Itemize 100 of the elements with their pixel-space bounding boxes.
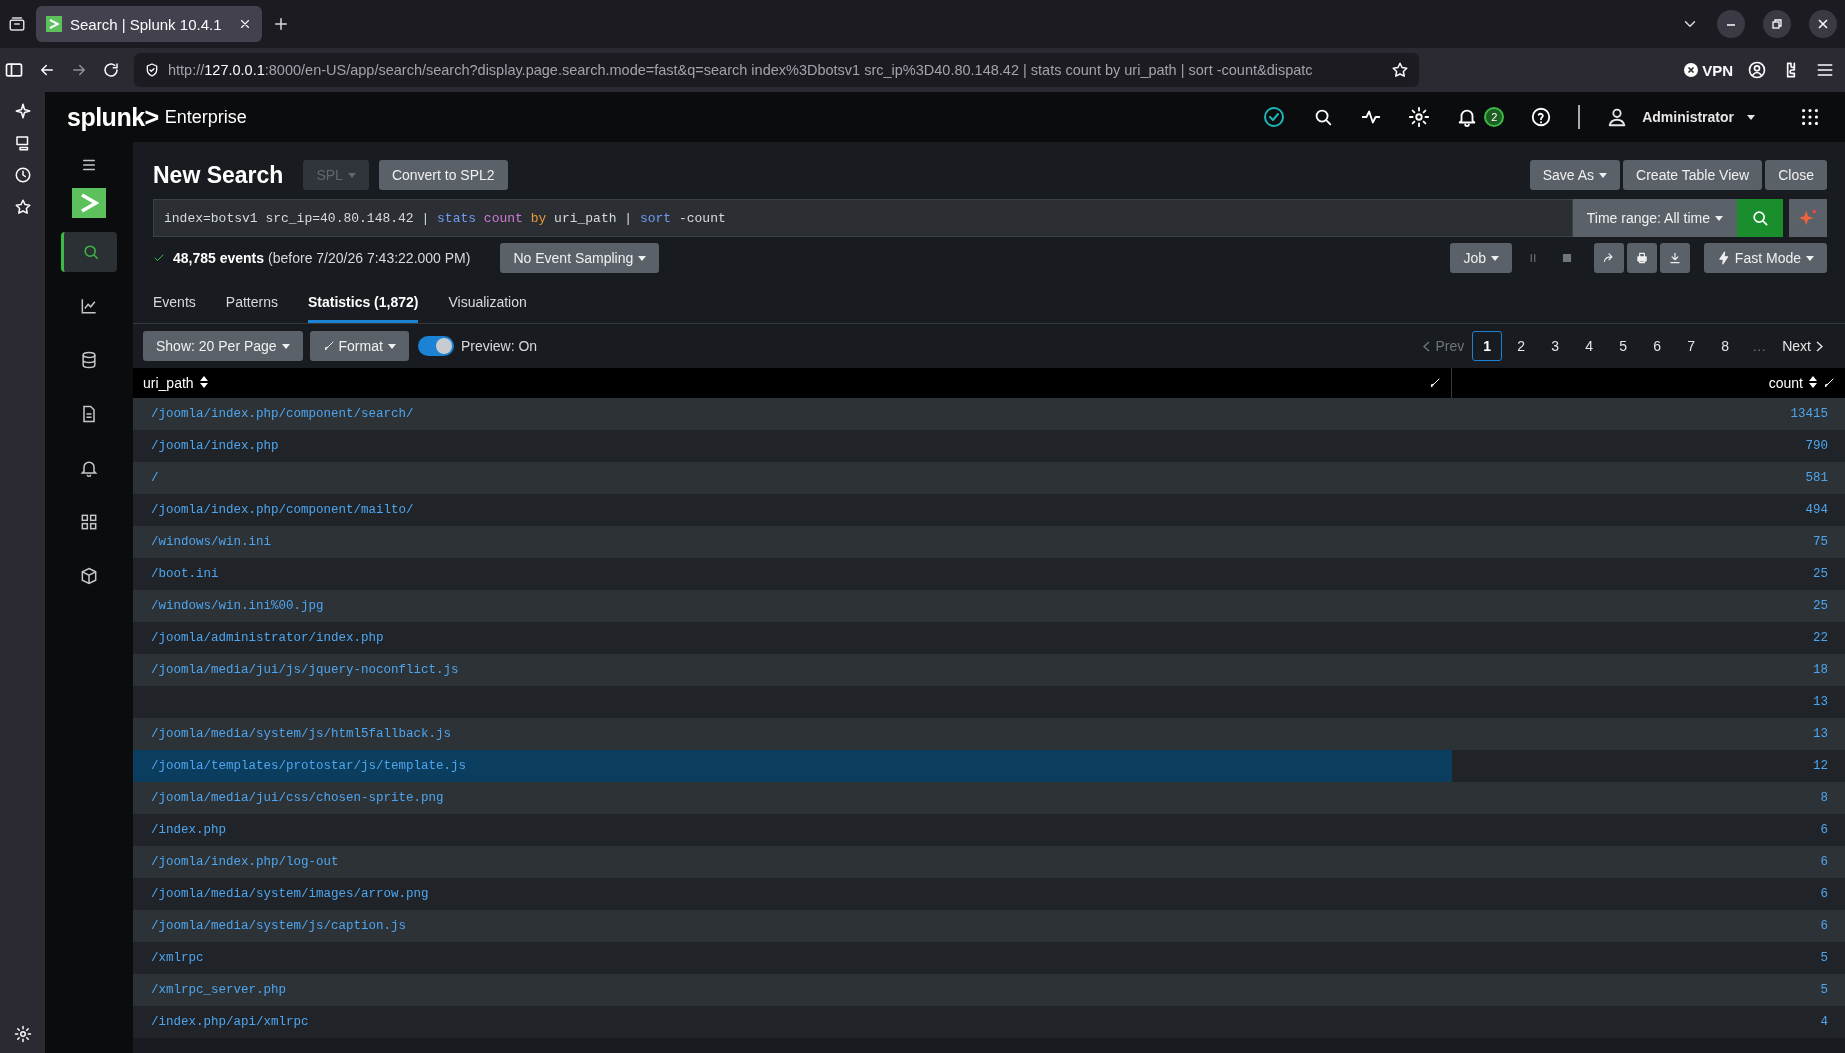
page-link[interactable]: 4 [1574, 331, 1605, 361]
count-cell[interactable]: 6 [1452, 910, 1845, 942]
results-tab[interactable]: Events [153, 286, 196, 323]
page-link[interactable]: 7 [1676, 331, 1707, 361]
page-link[interactable]: 2 [1506, 331, 1537, 361]
uri-path-cell[interactable]: /joomla/index.php [133, 430, 1452, 462]
search-button[interactable] [1737, 199, 1783, 237]
star-icon[interactable] [13, 198, 32, 216]
count-cell[interactable]: 25 [1452, 590, 1845, 622]
reload-icon[interactable] [102, 61, 120, 79]
help-icon[interactable] [1530, 106, 1553, 128]
settings-icon[interactable] [13, 1025, 32, 1043]
sidebar-toggle-icon[interactable] [4, 60, 24, 80]
results-tab[interactable]: Patterns [225, 286, 278, 323]
vpn-button[interactable]: VPN [1684, 61, 1733, 79]
page-link[interactable]: 3 [1540, 331, 1571, 361]
uri-path-cell[interactable]: /index.php/api/xmlrpc [133, 1006, 1452, 1038]
results-tab[interactable]: Visualization [448, 286, 527, 323]
export-button[interactable] [1659, 243, 1690, 273]
uri-path-cell[interactable]: /joomla/templates/protostar/js/template.js [133, 750, 1452, 782]
count-cell[interactable]: 5 [1452, 942, 1845, 974]
count-cell[interactable]: 22 [1452, 622, 1845, 654]
preview-toggle[interactable] [417, 336, 454, 356]
uri-path-cell[interactable]: /joomla/administrator/index.php [133, 622, 1452, 654]
restore-button[interactable] [1763, 10, 1791, 38]
sampling-dropdown[interactable]: No Event Sampling [500, 243, 660, 273]
job-menu[interactable]: Job [1450, 243, 1512, 273]
uri-path-cell[interactable]: /windows/win.ini%00.jpg [133, 590, 1452, 622]
count-cell[interactable]: 18 [1452, 654, 1845, 686]
uri-path-cell[interactable]: /boot.ini [133, 558, 1452, 590]
uri-path-cell[interactable]: /joomla/index.php/component/mailto/ [133, 494, 1452, 526]
page-ellipsis: … [1751, 338, 1768, 354]
count-cell[interactable]: 6 [1452, 878, 1845, 910]
edit-brush-icon[interactable] [1823, 377, 1835, 389]
uri-path-cell[interactable]: /joomla/index.php/log-out [133, 846, 1452, 878]
minimize-button[interactable] [1717, 10, 1745, 38]
uri-path-cell[interactable]: /joomla/media/system/js/caption.js [133, 910, 1452, 942]
uri-path-cell[interactable]: / [133, 462, 1452, 494]
new-tab-icon[interactable] [272, 15, 290, 33]
count-cell[interactable]: 25 [1452, 558, 1845, 590]
uri-path-cell[interactable]: /joomla/media/jui/js/jquery-noconflict.js [133, 654, 1452, 686]
browser-tab[interactable]: Search | Splunk 10.4.1 [36, 6, 262, 42]
print-button[interactable] [1626, 243, 1657, 273]
search-mode-dropdown[interactable]: Fast Mode [1703, 243, 1827, 273]
uri-path-cell[interactable]: /xmlrpc_server.php [133, 974, 1452, 1006]
uri-path-cell[interactable]: /windows/win.ini [133, 526, 1452, 558]
user-menu[interactable]: Administrator [1606, 106, 1755, 128]
uri-path-cell[interactable]: /index.php [133, 814, 1452, 846]
time-range-picker[interactable]: Time range: All time [1572, 199, 1737, 237]
close-window-button[interactable] [1809, 10, 1837, 38]
count-cell[interactable]: 12 [1452, 750, 1845, 782]
page-link[interactable]: 1 [1472, 331, 1503, 361]
column-header[interactable]: count [1768, 375, 1817, 391]
column-header[interactable]: uri_path [143, 375, 1423, 391]
uri-path-cell[interactable]: /joomla/index.php/component/search/ [133, 398, 1452, 430]
search-query-field[interactable]: index=botsv1 src_ip=40.80.148.42 | stats count by uri_path | sort -count [153, 199, 1573, 237]
results-tab[interactable]: Statistics (1,872) [307, 286, 419, 323]
count-cell[interactable]: 13415 [1452, 398, 1845, 430]
count-cell[interactable]: 6 [1452, 846, 1845, 878]
address-bar[interactable]: http://127.0.0.1:8000/en-US/app/search/search?display.page.search.mode=fast&q=search index%3Dbotsv1 src_ip%3D40.80.148.42 | stats count by uri_path | sort -count&dispatc [134, 53, 1419, 87]
close-icon[interactable] [238, 17, 252, 31]
format-dropdown[interactable]: Format [309, 331, 409, 361]
grid-icon [79, 512, 99, 532]
uri-path-cell[interactable]: /joomla/media/system/images/arrow.png [133, 878, 1452, 910]
uri-path-cell[interactable]: /joomla/media/system/js/html5fallback.js [133, 718, 1452, 750]
convert-button[interactable]: Convert to SPL2 [378, 160, 508, 190]
sparkle-icon[interactable] [13, 102, 32, 120]
page-link[interactable]: 6 [1642, 331, 1673, 361]
count-cell[interactable]: 790 [1452, 430, 1845, 462]
count-cell[interactable]: 494 [1452, 494, 1845, 526]
notification-count: 2 [1484, 107, 1505, 127]
count-cell[interactable]: 581 [1452, 462, 1845, 494]
apps-grid-icon[interactable] [1799, 106, 1821, 128]
settings-icon[interactable] [1408, 106, 1431, 128]
action-button[interactable]: Create Table View [1623, 160, 1763, 190]
splunk-logo[interactable]: splunk> [67, 102, 159, 132]
count-cell[interactable]: 4 [1452, 1006, 1845, 1038]
uri-path-cell[interactable]: /xmlrpc [133, 942, 1452, 974]
tab-overview-icon[interactable] [8, 15, 26, 33]
caret-icon [281, 343, 290, 349]
account-icon[interactable] [1747, 60, 1767, 80]
edit-brush-icon[interactable] [1429, 377, 1441, 389]
page-link[interactable]: 8 [1710, 331, 1741, 361]
page-link[interactable]: 5 [1608, 331, 1639, 361]
restore-icon [1772, 19, 1782, 29]
action-button[interactable]: Close [1765, 160, 1827, 190]
history-icon[interactable] [13, 166, 32, 184]
uri-path-cell[interactable]: /joomla/media/jui/css/chosen-sprite.png [133, 782, 1452, 814]
nav-item[interactable] [61, 232, 117, 272]
bookmark-star-icon[interactable] [1391, 61, 1409, 79]
count-cell[interactable]: 75 [1452, 526, 1845, 558]
count-cell[interactable]: 13 [1452, 718, 1845, 750]
page-size-dropdown[interactable]: Show: 20 Per Page [143, 331, 303, 361]
count-cell[interactable]: 8 [1452, 782, 1845, 814]
next-page-link[interactable]: Next [1778, 331, 1827, 361]
share-button[interactable] [1593, 243, 1624, 273]
count-cell[interactable]: 5 [1452, 974, 1845, 1006]
count-cell[interactable]: 6 [1452, 814, 1845, 846]
action-button[interactable]: Save As [1529, 160, 1621, 190]
health-check-icon[interactable] [1262, 105, 1287, 129]
